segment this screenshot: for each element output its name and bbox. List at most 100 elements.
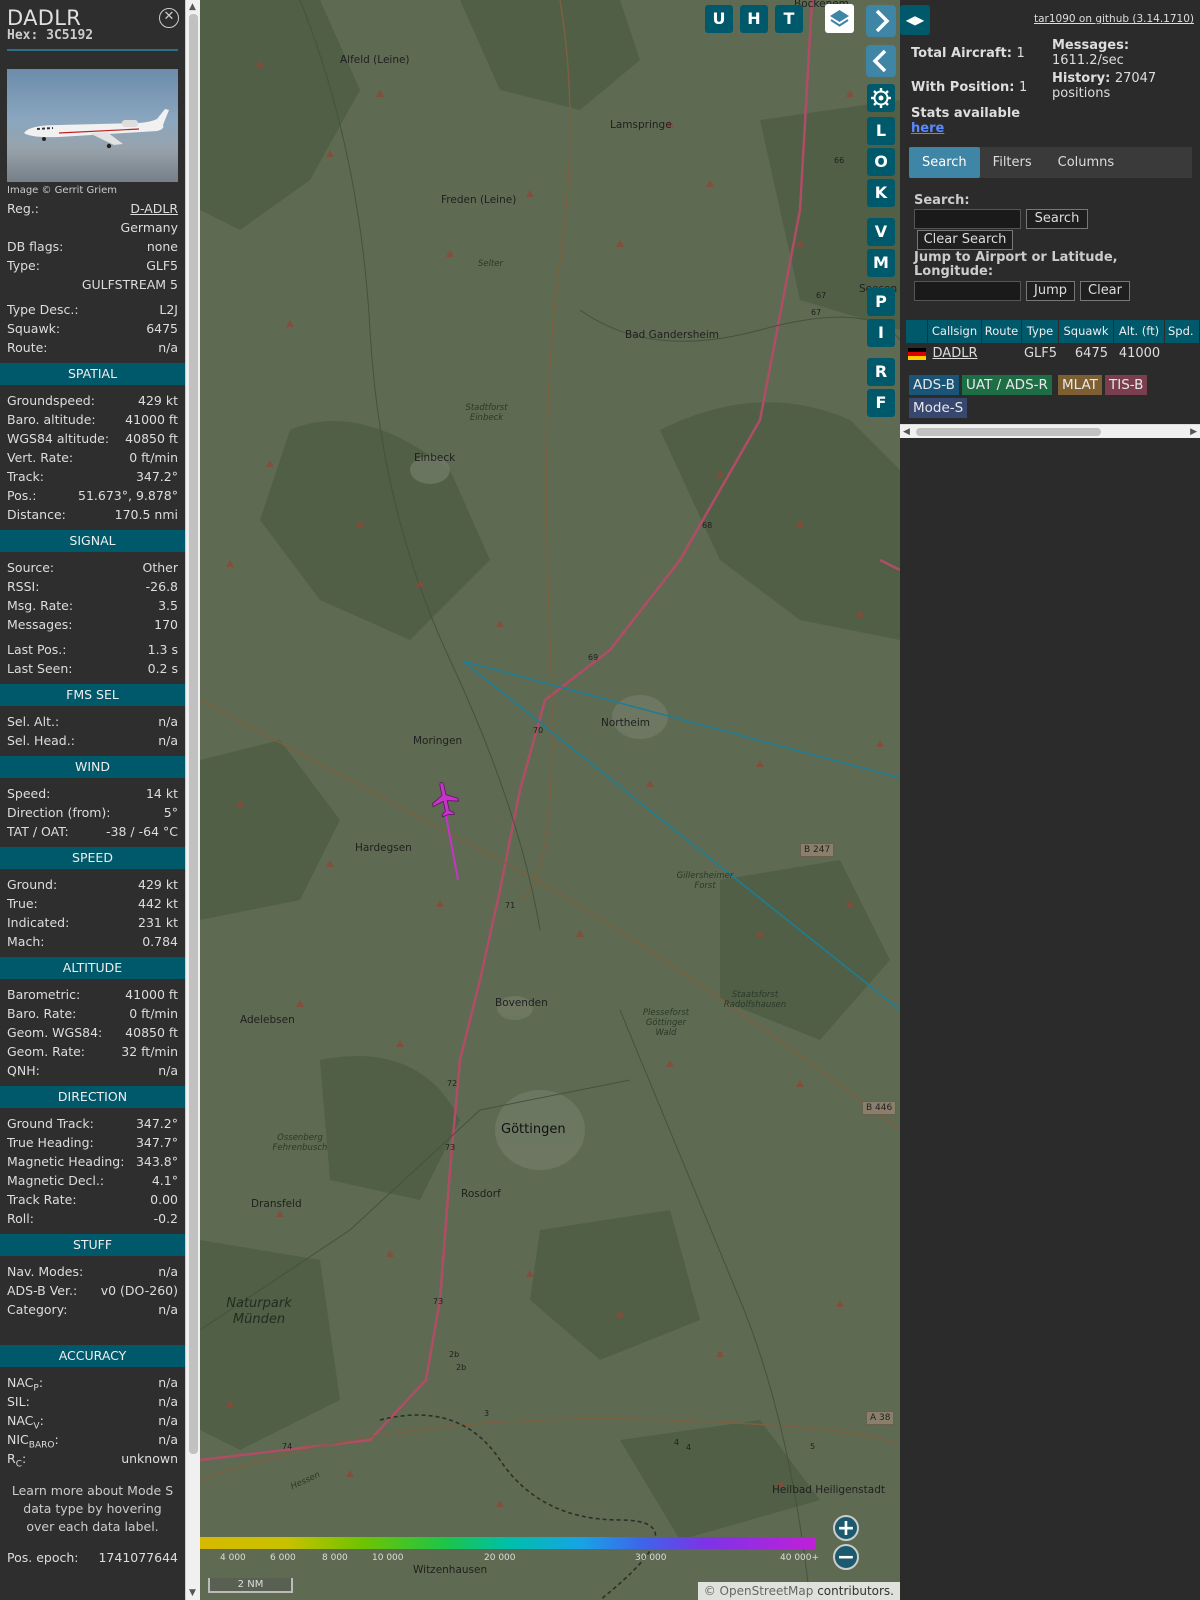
info-label: Magnetic Heading: xyxy=(7,1154,125,1169)
road-number: 5 xyxy=(810,1442,816,1451)
close-icon[interactable]: ✕ xyxy=(159,8,179,28)
badge-tisb[interactable]: TIS-B xyxy=(1105,375,1148,395)
aircraft-photo[interactable] xyxy=(7,69,178,182)
registration-link[interactable]: D-ADLR xyxy=(130,199,178,218)
toggle-v-button[interactable]: V xyxy=(867,218,895,246)
place-label: Selter xyxy=(478,259,504,269)
clear-search-button[interactable]: Clear Search xyxy=(917,230,1013,250)
scroll-right-icon[interactable]: ▶ xyxy=(1190,425,1197,439)
toggle-k-button[interactable]: K xyxy=(867,179,895,207)
column-header-route[interactable]: Route xyxy=(982,320,1022,343)
info-value: 51.673°, 9.878° xyxy=(78,488,178,503)
info-row: Ground: 429 kt xyxy=(0,875,185,894)
column-header-squawk[interactable]: Squawk xyxy=(1059,320,1114,343)
tab-filters[interactable]: Filters xyxy=(980,147,1045,178)
jump-input[interactable] xyxy=(914,281,1021,301)
column-header-type[interactable]: Type xyxy=(1022,320,1059,343)
info-label: Speed: xyxy=(7,786,51,801)
clear-jump-button[interactable]: Clear xyxy=(1080,281,1130,301)
info-label: Last Pos.: xyxy=(7,642,67,657)
toggle-h-button[interactable]: H xyxy=(740,5,768,33)
toggle-o-button[interactable]: O xyxy=(867,148,895,176)
info-row: True Heading: 347.7° xyxy=(0,1133,185,1152)
column-header-altitude[interactable]: Alt. (ft) xyxy=(1114,320,1165,343)
table-hscrollbar[interactable]: ◀ ▶ xyxy=(900,424,1200,438)
jump-button[interactable]: Jump xyxy=(1026,281,1075,301)
info-label-main: NAC xyxy=(7,1413,34,1428)
road-number: 2b xyxy=(449,1350,460,1359)
toggle-i-button[interactable]: I xyxy=(867,319,895,347)
info-value: 3.5 xyxy=(158,598,178,613)
zoom-out-button[interactable]: − xyxy=(833,1544,859,1570)
aircraft-table: Callsign Route Type Squawk Alt. (ft) Spd… xyxy=(906,320,1200,365)
info-row: Track: 347.2° xyxy=(0,467,185,486)
next-aircraft-button[interactable] xyxy=(866,5,896,37)
place-label: Bovenden xyxy=(495,997,548,1009)
info-label: True Heading: xyxy=(7,1135,94,1150)
badge-uat-adsr[interactable]: UAT / ADS-R xyxy=(962,375,1052,395)
altitude-legend-label: 30 000 xyxy=(635,1553,667,1563)
toggle-p-button[interactable]: P xyxy=(867,288,895,316)
cell-callsign[interactable]: DADLR xyxy=(928,343,982,365)
search-button[interactable]: Search xyxy=(1026,209,1088,229)
column-header-flag[interactable] xyxy=(906,320,928,343)
info-label: WGS84 altitude: xyxy=(7,431,110,446)
tab-columns[interactable]: Columns xyxy=(1045,147,1128,178)
badge-adsb[interactable]: ADS-B xyxy=(909,375,959,395)
toggle-u-button[interactable]: U xyxy=(705,5,733,33)
scroll-down-icon[interactable]: ▼ xyxy=(189,1588,196,1598)
info-label: SIL: xyxy=(7,1394,30,1409)
attribution-text: contributors. xyxy=(817,1584,894,1598)
info-label: Indicated: xyxy=(7,915,70,930)
info-value: n/a xyxy=(158,1375,178,1390)
place-label: Staatsforst Radolfshausen xyxy=(723,990,787,1010)
column-header-callsign[interactable]: Callsign xyxy=(928,320,982,343)
info-value: 429 kt xyxy=(138,877,178,892)
hex-label: Hex: xyxy=(7,28,39,43)
toggle-t-button[interactable]: T xyxy=(775,5,803,33)
info-value: n/a xyxy=(158,1432,178,1447)
info-row: ADS-B Ver.: v0 (DO-260) xyxy=(0,1281,185,1300)
map-view[interactable]: Alfeld (Leine) Lamspringe Freden (Leine)… xyxy=(200,0,900,1600)
toggle-r-button[interactable]: R xyxy=(867,358,895,386)
search-input[interactable] xyxy=(914,209,1021,229)
info-value: none xyxy=(146,239,178,254)
info-label: Squawk: xyxy=(7,321,61,336)
prev-aircraft-button[interactable] xyxy=(866,45,896,77)
tab-search[interactable]: Search xyxy=(909,147,980,178)
info-row: Groundspeed: 429 kt xyxy=(0,391,185,410)
info-value: n/a xyxy=(158,340,178,355)
settings-button[interactable] xyxy=(867,84,895,112)
sidebar-scroll-thumb[interactable] xyxy=(189,14,198,1454)
sidebar-scrollbar[interactable]: ▲ ▼ xyxy=(185,0,200,1600)
osm-link[interactable]: OpenStreetMap xyxy=(720,1584,814,1598)
info-value: 4.1° xyxy=(151,1173,178,1188)
toggle-f-button[interactable]: F xyxy=(867,389,895,417)
info-row: Nav. Modes: n/a xyxy=(0,1262,185,1281)
scroll-up-icon[interactable]: ▲ xyxy=(189,2,196,12)
toggle-l-button[interactable]: L xyxy=(867,117,895,145)
table-row[interactable]: DADLR GLF5 6475 41000 xyxy=(906,343,1200,365)
badge-modes[interactable]: Mode-S xyxy=(909,398,968,418)
info-label: Last Seen: xyxy=(7,661,73,676)
toggle-panel-button[interactable]: ◀▶ xyxy=(900,5,930,35)
place-label: Göttingen xyxy=(501,1122,566,1137)
info-label-colon: : xyxy=(38,1375,44,1390)
info-value: -0.2 xyxy=(153,1211,178,1226)
jump-label: Jump to Airport or Latitude, Longitude: xyxy=(914,250,1118,279)
toggle-m-button[interactable]: M xyxy=(867,249,895,277)
info-row: Baro. Rate: 0 ft/min xyxy=(0,1004,185,1023)
badge-mlat[interactable]: MLAT xyxy=(1058,375,1102,395)
layers-button[interactable] xyxy=(825,4,854,33)
zoom-in-button[interactable]: + xyxy=(833,1515,859,1541)
version-link[interactable]: tar1090 on github (3.14.1710) xyxy=(1034,13,1194,25)
title-divider xyxy=(7,49,178,51)
place-label: Hardegsen xyxy=(355,842,412,854)
column-header-speed[interactable]: Spd. xyxy=(1165,320,1200,343)
aircraft-plane-icon[interactable] xyxy=(430,780,460,820)
scroll-left-icon[interactable]: ◀ xyxy=(903,425,910,439)
stats-link[interactable]: here xyxy=(911,121,944,136)
info-row: Vert. Rate: 0 ft/min xyxy=(0,448,185,467)
table-scroll-thumb[interactable] xyxy=(916,428,1101,436)
info-value: unknown xyxy=(121,1451,178,1466)
